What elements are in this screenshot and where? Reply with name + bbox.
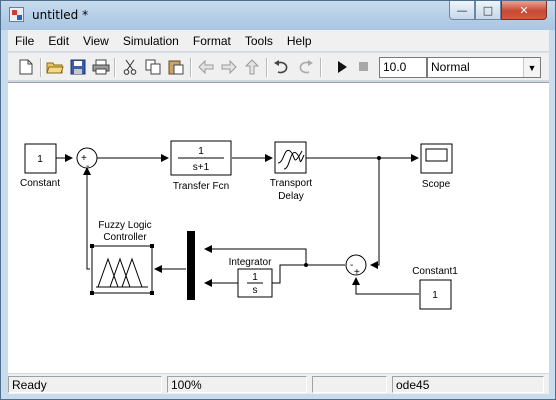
cut-icon[interactable] [121,58,139,76]
status-bar: Ready 100% ode45 [8,374,549,394]
simulation-mode-select[interactable]: Normal ▼ [427,57,541,78]
maximize-icon: □ [482,3,494,17]
back-icon[interactable] [197,58,215,76]
svg-text:+: + [354,267,360,278]
sum-block-1[interactable]: + - [76,147,98,172]
open-icon[interactable] [46,58,64,76]
simulink-app-icon [9,7,24,22]
minimize-icon: — [456,3,468,17]
transport-delay-label-2: Delay [278,191,304,202]
toolbar: 10.0 Normal ▼ [8,52,549,81]
stop-icon[interactable] [355,58,373,76]
menu-view[interactable]: View [76,34,116,48]
new-icon[interactable] [17,58,35,76]
status-text: Ready [8,376,162,393]
constant-block[interactable]: 1 Constant [20,143,60,189]
fuzzy-label-1: Fuzzy Logic [98,220,151,231]
menu-format[interactable]: Format [186,34,238,48]
zoom-level: 100% [167,376,307,393]
svg-text:1: 1 [252,272,258,283]
svg-text:1: 1 [37,154,43,165]
solver-name: ode45 [392,376,544,393]
integrator-label: Integrator [229,257,272,268]
svg-text:1: 1 [198,146,204,157]
menu-tools[interactable]: Tools [238,34,280,48]
print-icon[interactable] [92,58,110,76]
menu-bar: File Edit View Simulation Format Tools H… [8,30,549,51]
svg-text:-: - [350,260,353,271]
fuzzy-logic-controller-block[interactable]: Fuzzy Logic Controller [90,220,154,295]
play-icon[interactable] [333,58,351,76]
title-bar[interactable]: untitled * — □ ✕ [1,1,555,30]
svg-text:s: s [253,285,258,296]
maximize-button[interactable]: □ [475,1,501,20]
status-empty-cell [312,376,387,393]
close-button[interactable]: ✕ [501,1,547,20]
menu-simulation[interactable]: Simulation [116,34,186,48]
menu-edit[interactable]: Edit [41,34,76,48]
scope-block[interactable]: Scope [420,143,453,190]
transport-delay-block[interactable]: Transport Delay [270,141,313,202]
minimize-button[interactable]: — [449,1,475,20]
redo-icon[interactable] [296,58,314,76]
forward-icon[interactable] [220,58,238,76]
sum-block-2[interactable]: - + [345,254,367,278]
menu-file[interactable]: File [8,34,41,48]
paste-icon[interactable] [167,58,185,76]
fuzzy-label-2: Controller [103,232,147,243]
stop-time-field[interactable]: 10.0 [379,57,427,78]
close-icon: ✕ [519,3,529,17]
save-icon[interactable] [69,58,87,76]
scope-label: Scope [422,179,451,190]
mux-block[interactable] [187,231,195,300]
menu-help[interactable]: Help [280,34,319,48]
constant1-label: Constant1 [412,266,458,277]
transport-delay-label-1: Transport [270,178,313,189]
transfer-fcn-block[interactable]: 1 s+1 Transfer Fcn [170,140,232,192]
app-window: untitled * — □ ✕ File Edit View Simulati… [0,0,556,400]
simulation-mode-value: Normal [431,60,470,74]
undo-icon[interactable] [273,58,291,76]
constant-label: Constant [20,178,60,189]
model-canvas[interactable]: 1 Constant + - 1 s+1 Transfer Fcn Transp… [8,82,549,373]
svg-text:-: - [86,161,89,172]
integrator-block[interactable]: Integrator 1 s [229,257,273,298]
up-icon[interactable] [243,58,261,76]
copy-icon[interactable] [144,58,162,76]
svg-text:1: 1 [432,290,438,301]
constant1-block[interactable]: Constant1 1 [412,266,458,310]
chevron-down-icon[interactable]: ▼ [523,58,540,77]
window-title: untitled * [32,8,89,22]
transfer-fcn-label: Transfer Fcn [173,181,229,192]
svg-text:s+1: s+1 [193,162,210,173]
